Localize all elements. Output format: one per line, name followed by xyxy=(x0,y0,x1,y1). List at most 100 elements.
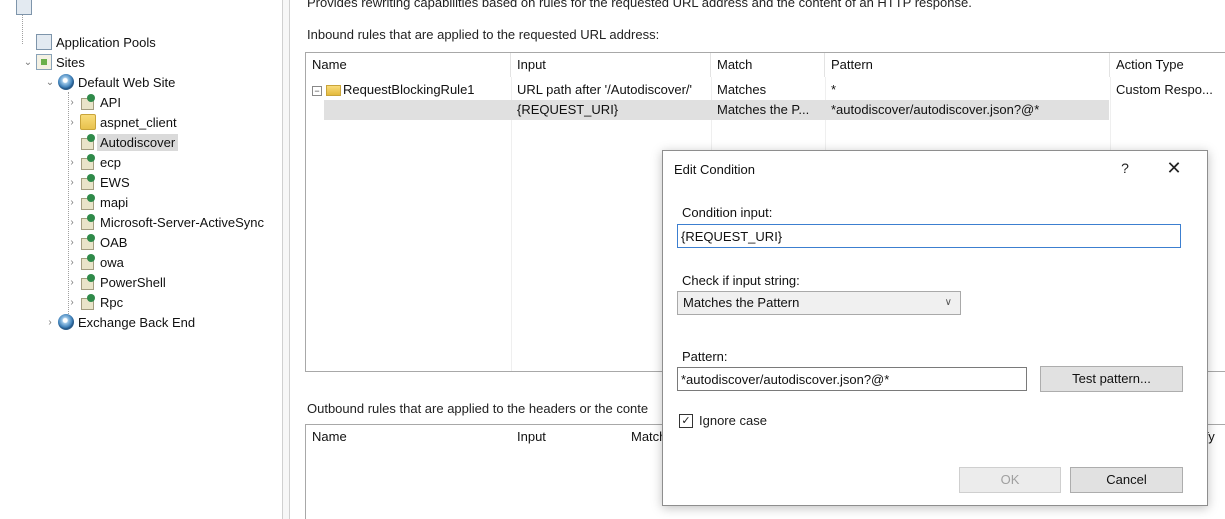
tree-item-label: mapi xyxy=(100,194,129,210)
tree-item-label: OAB xyxy=(100,234,128,250)
condition-input-field[interactable] xyxy=(677,224,1181,248)
tree-item-label: EWS xyxy=(100,174,130,190)
cancel-button[interactable]: Cancel xyxy=(1070,467,1183,493)
column-header-input[interactable]: Input xyxy=(511,425,625,449)
web-app-icon xyxy=(80,294,96,310)
pattern-field[interactable] xyxy=(677,367,1027,391)
tree-item-autodiscover[interactable]: Autodiscover xyxy=(66,132,179,152)
chevron-right-icon[interactable]: › xyxy=(66,237,78,248)
globe-icon xyxy=(58,74,74,90)
ignore-case-checkbox[interactable]: ✓ xyxy=(679,413,693,428)
chevron-right-icon[interactable]: › xyxy=(66,257,78,268)
chevron-right-icon[interactable]: › xyxy=(66,97,78,108)
ok-button[interactable]: OK xyxy=(959,467,1061,493)
tree-item-aspnet-client[interactable]: › aspnet_client xyxy=(66,112,177,132)
tree-item-ecp[interactable]: › ecp xyxy=(66,152,121,172)
tree-item-label: Microsoft-Server-ActiveSync xyxy=(100,214,264,230)
tree-item-oab[interactable]: › OAB xyxy=(66,232,127,252)
table-cell: Matches the P... xyxy=(717,102,810,117)
chevron-right-icon[interactable]: › xyxy=(66,297,78,308)
tree-item-label: Exchange Back End xyxy=(78,314,196,330)
ignore-case-option[interactable]: ✓ Ignore case xyxy=(679,413,767,428)
chevron-down-icon: ∨ xyxy=(944,297,952,308)
tree-item-rpc[interactable]: › Rpc xyxy=(66,292,123,312)
web-app-icon xyxy=(80,134,96,150)
chevron-right-icon[interactable]: › xyxy=(66,277,78,288)
check-input-label: Check if input string: xyxy=(682,273,800,288)
tree-item-default-web-site[interactable]: ⌄ Default Web Site xyxy=(44,72,175,92)
column-divider xyxy=(511,77,512,371)
column-header-pattern[interactable]: Pattern xyxy=(825,53,1110,77)
web-app-icon xyxy=(80,274,96,290)
chevron-right-icon[interactable]: › xyxy=(44,317,56,328)
collapse-icon[interactable]: − xyxy=(312,85,322,96)
table-cell: * xyxy=(831,82,837,97)
outbound-rules-label: Outbound rules that are applied to the h… xyxy=(307,401,649,416)
app-pools-icon xyxy=(36,34,52,50)
table-cell: *autodiscover/autodiscover.json?@* xyxy=(831,102,1040,117)
tree-item-label: owa xyxy=(100,254,124,270)
table-cell: {REQUEST_URI} xyxy=(517,102,619,117)
chevron-down-icon[interactable]: ⌄ xyxy=(44,77,56,88)
tree-item-label: PowerShell xyxy=(100,274,166,290)
web-app-icon xyxy=(80,174,96,190)
tree-item-owa[interactable]: › owa xyxy=(66,252,124,272)
tree-item-exchange-back-end[interactable]: › Exchange Back End xyxy=(44,312,195,332)
tree-item-ews[interactable]: › EWS xyxy=(66,172,130,192)
column-header-name[interactable]: Name xyxy=(306,53,511,77)
column-header-input[interactable]: Input xyxy=(511,53,711,77)
test-pattern-button[interactable]: Test pattern... xyxy=(1040,366,1183,392)
tree-item-label: API xyxy=(100,94,121,110)
tree-item-activesync[interactable]: › Microsoft-Server-ActiveSync xyxy=(66,212,264,232)
server-icon xyxy=(16,0,32,15)
web-app-icon xyxy=(80,254,96,270)
chevron-down-icon[interactable]: ⌄ xyxy=(22,57,34,68)
tree-item-label: ecp xyxy=(100,154,121,170)
rule-folder-icon xyxy=(326,85,341,97)
chevron-right-icon[interactable]: › xyxy=(66,157,78,168)
web-app-icon xyxy=(80,194,96,210)
pane-splitter[interactable] xyxy=(282,0,290,519)
globe-icon xyxy=(58,314,74,330)
chevron-right-icon[interactable]: › xyxy=(66,177,78,188)
dialog-title: Edit Condition xyxy=(674,162,755,177)
check-input-value: Matches the Pattern xyxy=(683,295,800,310)
column-header-action-type[interactable]: Action Type xyxy=(1110,53,1225,77)
table-row[interactable]: − RequestBlockingRule1 URL path after '/A… xyxy=(306,80,1225,100)
chevron-right-icon[interactable]: › xyxy=(66,117,78,128)
close-icon[interactable]: ✕ xyxy=(1157,156,1191,180)
folder-icon xyxy=(80,114,96,130)
column-header-match[interactable]: Match xyxy=(711,53,825,77)
tree-item-api[interactable]: › API xyxy=(66,92,121,112)
tree-item-mapi[interactable]: › mapi xyxy=(66,192,128,212)
table-row[interactable]: {REQUEST_URI} Matches the P... *autodisc… xyxy=(324,100,1109,120)
server-node[interactable] xyxy=(14,0,36,17)
tree-item-label: Autodiscover xyxy=(97,133,179,151)
tree-item-label: Default Web Site xyxy=(78,74,176,90)
feature-description: Provides rewriting capabilities based on… xyxy=(307,0,972,10)
edit-condition-dialog: Edit Condition ? ✕ Condition input: Chec… xyxy=(662,150,1208,506)
check-input-select[interactable]: Matches the Pattern ∨ xyxy=(677,291,961,315)
table-cell: URL path after '/Autodiscover/' xyxy=(517,82,693,97)
web-app-icon xyxy=(80,214,96,230)
web-app-icon xyxy=(80,234,96,250)
table-cell xyxy=(324,100,511,120)
tree-item-label: aspnet_client xyxy=(100,114,177,130)
web-app-icon xyxy=(80,154,96,170)
web-app-icon xyxy=(80,94,96,110)
tree-item-label: Sites xyxy=(56,54,85,70)
inbound-rules-label: Inbound rules that are applied to the re… xyxy=(307,27,660,42)
chevron-right-icon[interactable]: › xyxy=(66,217,78,228)
tree-item-application-pools[interactable]: Application Pools xyxy=(22,32,156,52)
tree-item-powershell[interactable]: › PowerShell xyxy=(66,272,166,292)
ignore-case-label: Ignore case xyxy=(699,413,767,428)
help-icon[interactable]: ? xyxy=(1115,157,1135,179)
tree-item-label: Application Pools xyxy=(56,34,156,50)
column-header-name[interactable]: Name xyxy=(306,425,511,449)
tree-item-label: Rpc xyxy=(100,294,124,310)
condition-input-label: Condition input: xyxy=(682,205,773,220)
rule-name-cell: − RequestBlockingRule1 xyxy=(310,80,511,100)
table-cell: Matches xyxy=(717,82,767,97)
tree-item-sites[interactable]: ⌄ Sites xyxy=(22,52,85,72)
chevron-right-icon[interactable]: › xyxy=(66,197,78,208)
